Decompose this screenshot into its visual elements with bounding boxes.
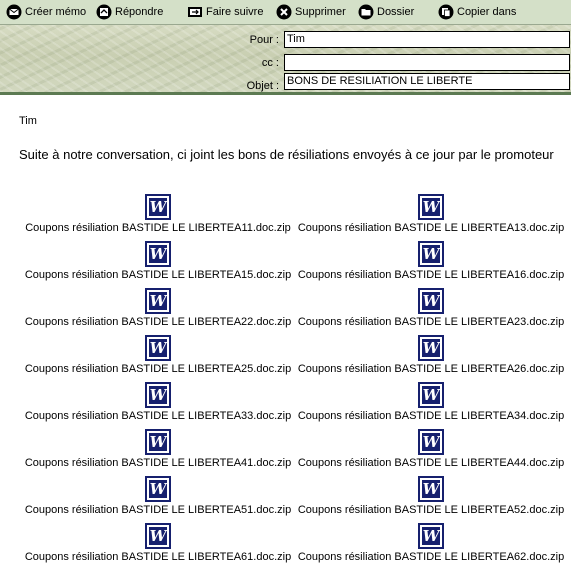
word-document-icon: W: [418, 241, 444, 267]
attachment-item[interactable]: W Coupons résiliation BASTIDE LE LIBERTE…: [23, 523, 293, 564]
folder-button[interactable]: Dossier: [358, 1, 414, 23]
envelope-icon: [6, 4, 22, 20]
word-document-icon: W: [145, 335, 171, 361]
attachment-item[interactable]: W Coupons résiliation BASTIDE LE LIBERTE…: [296, 523, 566, 564]
attachment-filename: Coupons résiliation BASTIDE LE LIBERTEA1…: [25, 222, 291, 234]
reply-button[interactable]: Répondre: [96, 1, 163, 23]
attachment-item[interactable]: W Coupons résiliation BASTIDE LE LIBERTE…: [23, 241, 293, 282]
attachment-filename: Coupons résiliation BASTIDE LE LIBERTEA2…: [24, 363, 292, 375]
attachment-filename: Coupons résiliation BASTIDE LE LIBERTEA5…: [297, 504, 565, 516]
attachment-item[interactable]: W Coupons résiliation BASTIDE LE LIBERTE…: [23, 476, 293, 517]
copy-icon: [438, 4, 454, 20]
reply-label: Répondre: [115, 6, 164, 18]
word-document-icon: W: [418, 335, 444, 361]
toolbar: Créer mémo Répondre Faire suivre Supprim…: [0, 0, 571, 25]
attachment-filename: Coupons résiliation BASTIDE LE LIBERTEA3…: [297, 410, 565, 422]
forward-label: Faire suivre: [206, 6, 264, 18]
subject-field[interactable]: BONS DE RESILIATION LE LIBERTE: [284, 73, 570, 90]
attachment-filename: Coupons résiliation BASTIDE LE LIBERTEA1…: [297, 269, 565, 281]
cc-field[interactable]: [284, 54, 570, 71]
copy-into-label: Copier dans: [457, 6, 517, 18]
folder-icon: [358, 4, 374, 20]
attachment-item[interactable]: W Coupons résiliation BASTIDE LE LIBERTE…: [296, 241, 566, 282]
word-document-icon: W: [145, 241, 171, 267]
subject-row: Objet : BONS DE RESILIATION LE LIBERTE: [0, 73, 571, 92]
delete-button[interactable]: Supprimer: [276, 1, 346, 23]
reply-icon: [96, 4, 112, 20]
create-memo-label: Créer mémo: [25, 6, 87, 18]
attachment-filename: Coupons résiliation BASTIDE LE LIBERTEA2…: [24, 316, 292, 328]
subject-label: Objet :: [246, 80, 279, 92]
attachment-item[interactable]: W Coupons résiliation BASTIDE LE LIBERTE…: [296, 288, 566, 329]
attachment-item[interactable]: W Coupons résiliation BASTIDE LE LIBERTE…: [296, 476, 566, 517]
attachment-item[interactable]: W Coupons résiliation BASTIDE LE LIBERTE…: [23, 335, 293, 376]
attachment-item[interactable]: W Coupons résiliation BASTIDE LE LIBERTE…: [296, 335, 566, 376]
delete-x-icon: [276, 4, 292, 20]
word-document-icon: W: [418, 523, 444, 549]
attachment-filename: Coupons résiliation BASTIDE LE LIBERTEA4…: [297, 457, 565, 469]
forward-icon: [187, 4, 203, 20]
attachment-filename: Coupons résiliation BASTIDE LE LIBERTEA2…: [297, 363, 565, 375]
message-text: Suite à notre conversation, ci joint les…: [19, 147, 554, 162]
memo-header: Pour : Tim cc : Objet : BONS DE RESILIAT…: [0, 25, 571, 95]
cc-row: cc :: [0, 54, 571, 72]
attachment-item[interactable]: W Coupons résiliation BASTIDE LE LIBERTE…: [296, 382, 566, 423]
attachment-filename: Coupons résiliation BASTIDE LE LIBERTEA1…: [24, 269, 292, 281]
attachment-item[interactable]: W Coupons résiliation BASTIDE LE LIBERTE…: [23, 194, 293, 235]
delete-label: Supprimer: [295, 6, 346, 18]
forward-button[interactable]: Faire suivre: [187, 1, 263, 23]
to-field[interactable]: Tim: [284, 31, 570, 48]
to-row: Pour : Tim: [0, 31, 571, 49]
create-memo-button[interactable]: Créer mémo: [6, 1, 86, 23]
word-document-icon: W: [418, 382, 444, 408]
copy-into-button[interactable]: Copier dans: [438, 1, 516, 23]
cc-label: cc :: [261, 57, 279, 69]
attachment-filename: Coupons résiliation BASTIDE LE LIBERTEA4…: [24, 457, 292, 469]
folder-label: Dossier: [377, 6, 415, 18]
attachment-filename: Coupons résiliation BASTIDE LE LIBERTEA5…: [24, 504, 292, 516]
attachment-item[interactable]: W Coupons résiliation BASTIDE LE LIBERTE…: [296, 194, 566, 235]
attachment-item[interactable]: W Coupons résiliation BASTIDE LE LIBERTE…: [296, 429, 566, 470]
word-document-icon: W: [418, 194, 444, 220]
attachment-item[interactable]: W Coupons résiliation BASTIDE LE LIBERTE…: [23, 382, 293, 423]
attachment-item[interactable]: W Coupons résiliation BASTIDE LE LIBERTE…: [23, 429, 293, 470]
word-document-icon: W: [145, 382, 171, 408]
attachment-filename: Coupons résiliation BASTIDE LE LIBERTEA6…: [297, 551, 565, 563]
attachment-filename: Coupons résiliation BASTIDE LE LIBERTEA1…: [297, 222, 565, 234]
word-document-icon: W: [145, 288, 171, 314]
word-document-icon: W: [418, 429, 444, 455]
word-document-icon: W: [145, 523, 171, 549]
attachment-filename: Coupons résiliation BASTIDE LE LIBERTEA2…: [297, 316, 565, 328]
word-document-icon: W: [145, 194, 171, 220]
word-document-icon: W: [418, 476, 444, 502]
word-document-icon: W: [145, 429, 171, 455]
attachment-filename: Coupons résiliation BASTIDE LE LIBERTEA6…: [24, 551, 292, 563]
word-document-icon: W: [145, 476, 171, 502]
attachment-filename: Coupons résiliation BASTIDE LE LIBERTEA3…: [24, 410, 292, 422]
message-greeting: Tim: [19, 115, 37, 127]
attachment-item[interactable]: W Coupons résiliation BASTIDE LE LIBERTE…: [23, 288, 293, 329]
word-document-icon: W: [418, 288, 444, 314]
to-label: Pour :: [249, 34, 279, 46]
